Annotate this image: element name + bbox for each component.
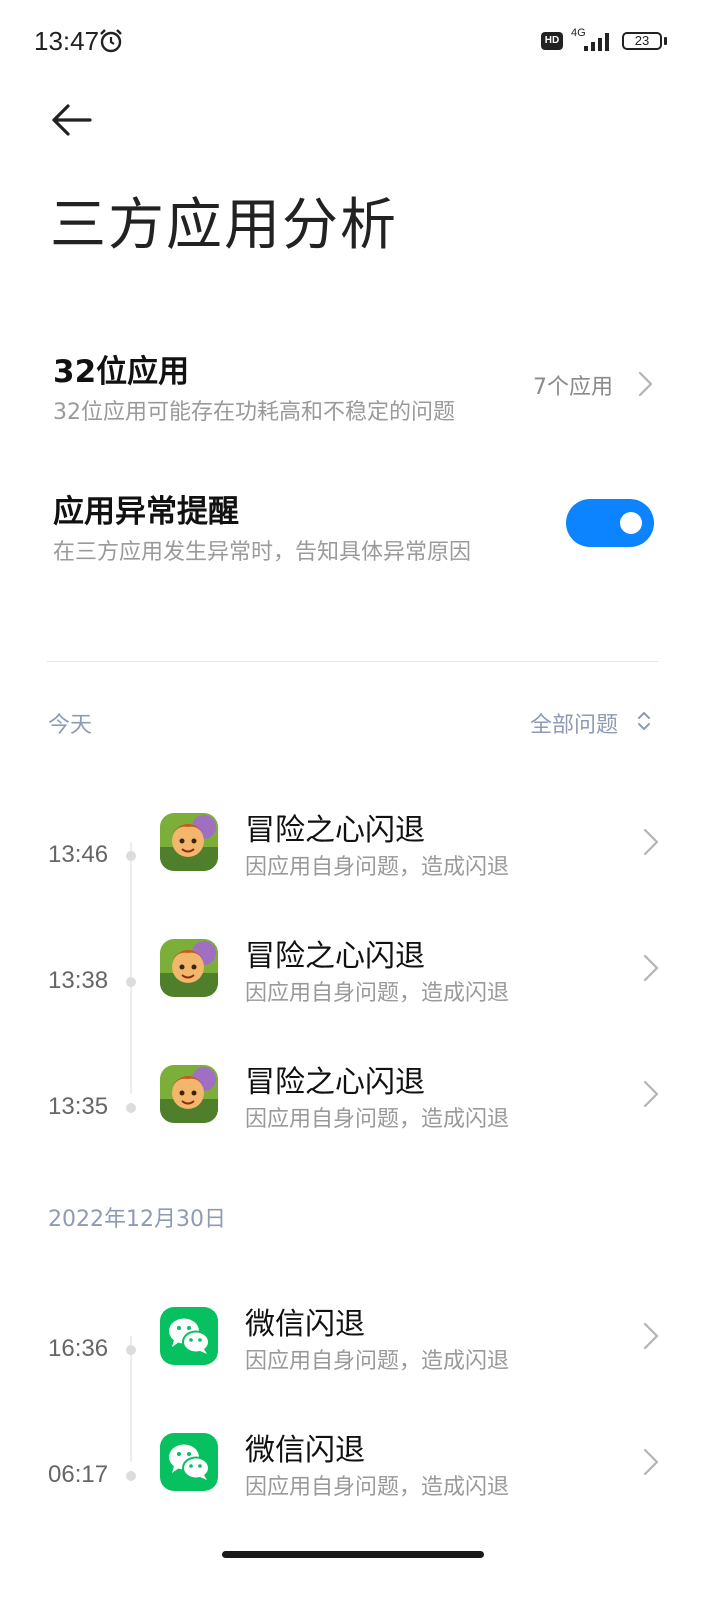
- status-time: 13:47: [34, 26, 100, 56]
- crash-time: 13:38: [48, 967, 109, 994]
- crash-title: 微信闪退: [245, 1307, 365, 1342]
- timeline-dot: [126, 1345, 136, 1355]
- list-item[interactable]: 13:46 冒险之心闪退 因应用自身问题，造成闪退: [0, 813, 720, 913]
- filter-dropdown[interactable]: 全部问题: [530, 707, 618, 739]
- crash-title: 冒险之心闪退: [245, 939, 425, 974]
- crash-time: 13:46: [48, 841, 109, 868]
- chevron-right-icon: [643, 954, 659, 982]
- anomaly-title: 应用异常提醒: [53, 494, 239, 530]
- chevron-right-icon: [643, 1322, 659, 1350]
- list-item[interactable]: 13:38 冒险之心闪退 因应用自身问题，造成闪退: [0, 939, 720, 1039]
- crash-reason: 因应用自身问题，造成闪退: [245, 855, 510, 880]
- hd-badge: HD: [541, 32, 563, 50]
- game-icon: [160, 1065, 218, 1123]
- crash-time: 06:17: [48, 1461, 109, 1488]
- sort-updown-icon[interactable]: [636, 709, 652, 733]
- section-date: 2022年12月30日: [48, 1207, 226, 1232]
- crash-reason: 因应用自身问题，造成闪退: [245, 1349, 510, 1374]
- timeline-dot: [126, 1103, 136, 1113]
- crash-title: 微信闪退: [245, 1433, 365, 1468]
- anomaly-toggle[interactable]: [566, 499, 654, 547]
- crash-time: 13:35: [48, 1093, 109, 1120]
- chevron-right-icon: [643, 1080, 659, 1108]
- toggle-knob: [620, 512, 642, 534]
- apps32-count: 7个应用: [533, 375, 613, 400]
- section-date-today: 今天: [48, 713, 93, 738]
- page-title: 三方应用分析: [50, 193, 398, 258]
- game-icon: [160, 813, 218, 871]
- wechat-icon: [160, 1307, 218, 1365]
- alarm-icon: [100, 29, 122, 53]
- timeline-dot: [126, 1471, 136, 1481]
- anomaly-subtitle: 在三方应用发生异常时，告知具体异常原因: [53, 540, 472, 565]
- game-icon: [160, 939, 218, 997]
- signal-icon: [584, 33, 609, 51]
- wechat-icon: [160, 1433, 218, 1491]
- status-bar: 13:47 HD 4G 23: [0, 0, 720, 84]
- list-item[interactable]: 06:17 微信闪退 因应用自身问题，造成闪退: [0, 1433, 720, 1533]
- chevron-right-icon: [638, 371, 653, 397]
- back-arrow-icon[interactable]: [48, 100, 96, 140]
- apps32-title: 32位应用: [53, 354, 190, 390]
- crash-reason: 因应用自身问题，造成闪退: [245, 1107, 510, 1132]
- crash-time: 16:36: [48, 1335, 109, 1362]
- timeline-dot: [126, 977, 136, 987]
- battery-icon: 23: [622, 32, 662, 50]
- battery-tip: [664, 37, 667, 45]
- apps32-subtitle: 32位应用可能存在功耗高和不稳定的问题: [53, 400, 455, 425]
- crash-reason: 因应用自身问题，造成闪退: [245, 1475, 510, 1500]
- chevron-right-icon: [643, 828, 659, 856]
- list-item[interactable]: 16:36 微信闪退 因应用自身问题，造成闪退: [0, 1307, 720, 1407]
- crash-title: 冒险之心闪退: [245, 1065, 425, 1100]
- home-indicator[interactable]: [222, 1551, 484, 1558]
- timeline-dot: [126, 851, 136, 861]
- crash-title: 冒险之心闪退: [245, 813, 425, 848]
- divider: [47, 661, 659, 662]
- chevron-right-icon: [643, 1448, 659, 1476]
- list-item[interactable]: 13:35 冒险之心闪退 因应用自身问题，造成闪退: [0, 1065, 720, 1165]
- crash-reason: 因应用自身问题，造成闪退: [245, 981, 510, 1006]
